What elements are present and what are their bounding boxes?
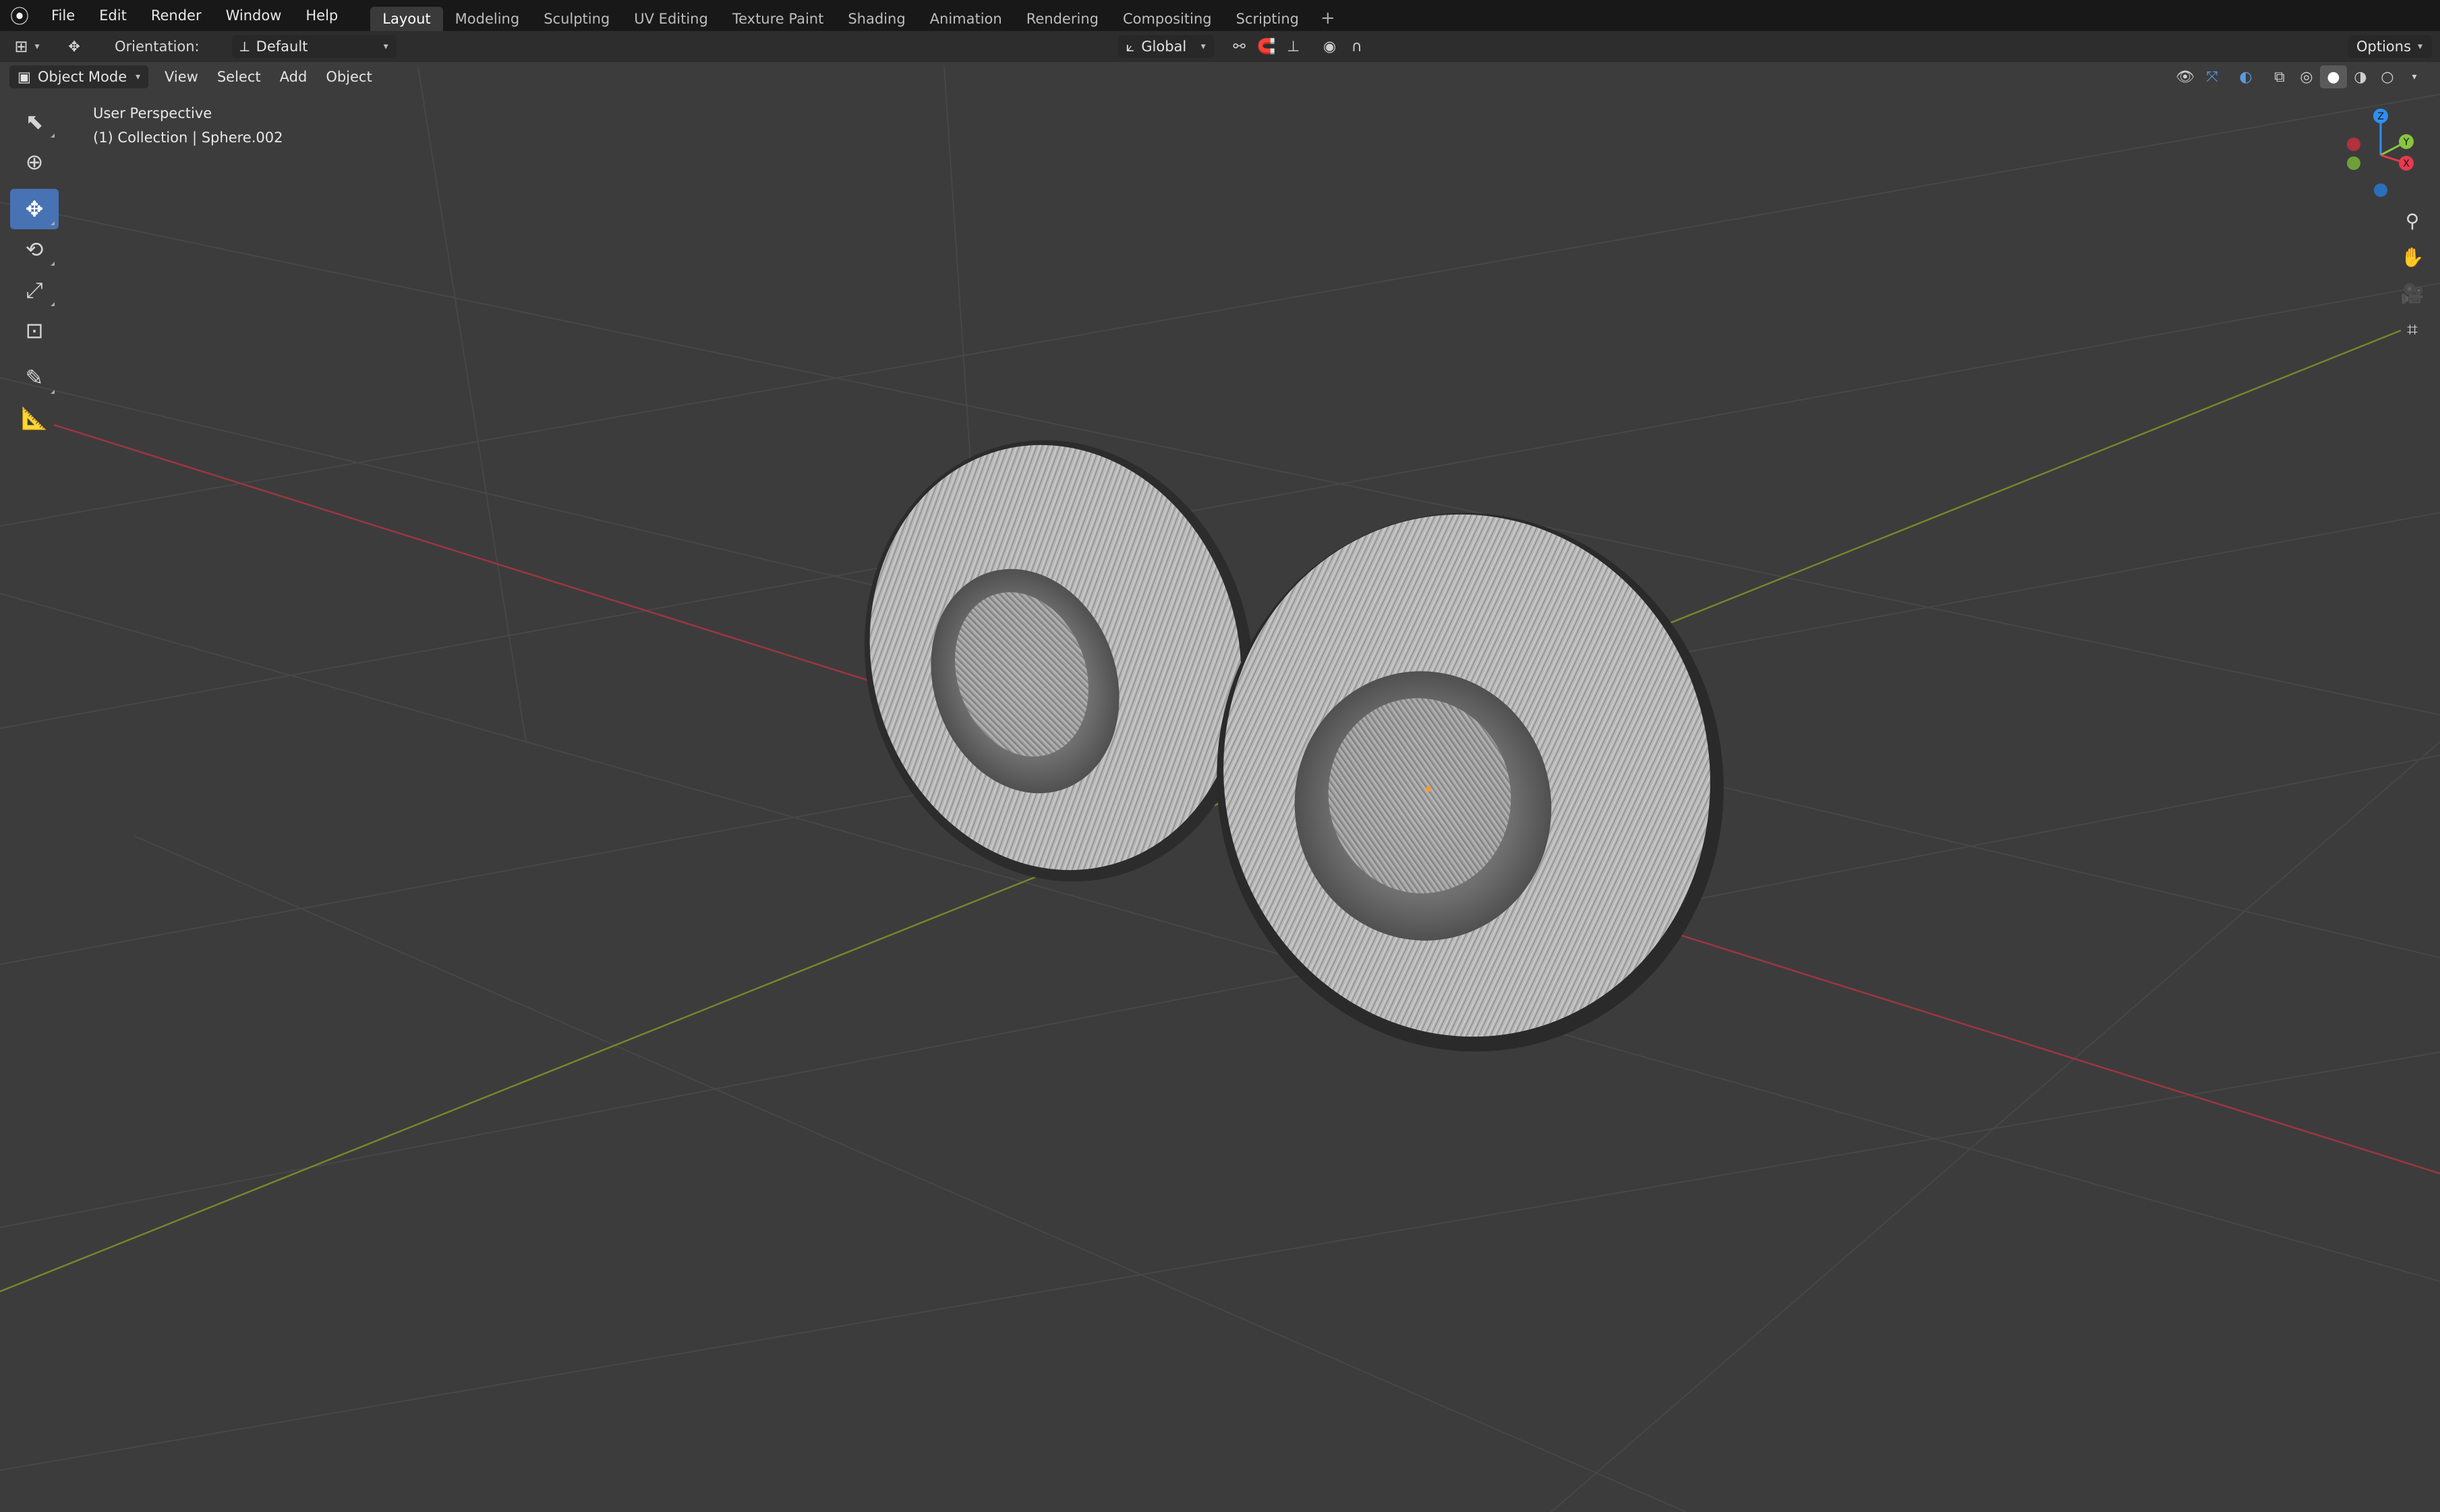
tab-compositing[interactable]: Compositing — [1111, 7, 1224, 31]
workspace-tabs: Layout Modeling Sculpting UV Editing Tex… — [370, 0, 1345, 31]
pan-hand-icon[interactable]: ✋ — [2393, 239, 2432, 275]
gizmo-z-label: Z — [2377, 111, 2384, 122]
shading-options-icon[interactable]: ▾ — [2401, 65, 2428, 88]
xray-icon[interactable]: ⧉ — [2266, 65, 2293, 88]
transform-space-icon: ⟀ — [1126, 38, 1135, 55]
orientation-icon: ⟂ — [239, 38, 250, 55]
chevron-down-icon: ▾ — [1200, 41, 1206, 52]
tab-sculpting[interactable]: Sculpting — [531, 7, 622, 31]
options-label: Options — [2356, 38, 2412, 55]
menu-object[interactable]: Object — [316, 62, 381, 92]
tab-shading[interactable]: Shading — [836, 7, 917, 31]
mode-dropdown[interactable]: ▣ Object Mode ▾ — [9, 65, 148, 88]
menu-window[interactable]: Window — [214, 0, 294, 31]
viewport-header: ▣ Object Mode ▾ View Select Add Object 👁… — [0, 62, 2440, 92]
visibility-icon[interactable]: 👁 — [2172, 65, 2199, 88]
pivot-point-icon[interactable]: ⚯ — [1226, 35, 1253, 58]
annotate-tool-icon[interactable]: ✎ — [10, 357, 59, 398]
tab-scripting[interactable]: Scripting — [1224, 7, 1311, 31]
cursor-tool-icon[interactable]: ⊕ — [10, 142, 59, 182]
measure-tool-icon[interactable]: 📐 — [10, 398, 59, 438]
menu-file[interactable]: File — [39, 0, 87, 31]
orientation-dropdown[interactable]: ⟂ Default ▾ — [231, 35, 397, 58]
tab-texture-paint[interactable]: Texture Paint — [720, 7, 836, 31]
material-shading-icon[interactable]: ◑ — [2347, 65, 2374, 88]
gizmo-toggle-icon[interactable]: ⤧ — [2199, 65, 2226, 88]
transform-space-dropdown[interactable]: ⟀ Global ▾ — [1117, 35, 1214, 58]
menu-select[interactable]: Select — [208, 62, 270, 92]
mode-value: Object Mode — [37, 69, 127, 85]
proportional-edit-icon[interactable]: ◉ — [1316, 35, 1343, 58]
overlays-icon[interactable]: ◐ — [2232, 65, 2259, 88]
view-name: User Perspective — [93, 105, 212, 121]
object-mode-icon: ▣ — [18, 69, 31, 85]
menu-add[interactable]: Add — [270, 62, 317, 92]
snap-icon[interactable]: 🧲 — [1253, 35, 1280, 58]
transform-space-value: Global — [1141, 38, 1187, 55]
zoom-icon[interactable]: ⚲ — [2393, 202, 2432, 239]
move-tool-icon[interactable]: ✥ — [54, 35, 94, 58]
menu-render[interactable]: Render — [139, 0, 214, 31]
solid-shading-icon[interactable]: ● — [2320, 65, 2347, 88]
add-workspace-button[interactable]: + — [1311, 8, 1345, 28]
object-origin — [1426, 786, 1431, 792]
rotate-tool-icon[interactable]: ⟲ — [10, 229, 59, 270]
chevron-down-icon: ▾ — [135, 71, 140, 82]
viewport-info: User Perspective (1) Collection | Sphere… — [93, 101, 283, 150]
options-dropdown[interactable]: Options ▾ — [2348, 35, 2432, 58]
top-menu-bar: ⦿ File Edit Render Window Help Layout Mo… — [0, 0, 2440, 31]
perspective-grid-icon[interactable]: ⌗ — [2393, 312, 2432, 348]
orientation-label: Orientation: — [115, 38, 200, 55]
menu-view[interactable]: View — [155, 62, 208, 92]
gizmo-y-label: Y — [2403, 137, 2410, 148]
wireframe-shading-icon[interactable]: ◎ — [2293, 65, 2320, 88]
transform-tool-icon[interactable]: ⊡ — [10, 310, 59, 351]
chevron-down-icon: ▾ — [2418, 41, 2423, 52]
chevron-down-icon: ▾ — [383, 41, 388, 52]
menu-edit[interactable]: Edit — [87, 0, 139, 31]
move-tool-button-icon[interactable]: ✥ — [10, 189, 59, 229]
tab-modeling[interactable]: Modeling — [443, 7, 532, 31]
snap-target-icon[interactable]: ⊥ — [1280, 35, 1307, 58]
tab-layout[interactable]: Layout — [370, 7, 443, 31]
camera-icon[interactable]: 🎥 — [2393, 275, 2432, 312]
orientation-value: Default — [256, 38, 308, 55]
object-info: (1) Collection | Sphere.002 — [93, 129, 283, 146]
editor-type-icon: ⊞ — [14, 37, 28, 56]
rendered-shading-icon[interactable]: ○ — [2374, 65, 2401, 88]
navigation-gizmo[interactable]: Z Y X — [2327, 101, 2421, 202]
select-box-tool-icon[interactable]: ⬉ — [10, 101, 59, 142]
gizmo-x-label: X — [2403, 158, 2410, 169]
navigation-buttons: ⚲ ✋ 🎥 ⌗ — [2393, 202, 2432, 348]
tab-rendering[interactable]: Rendering — [1014, 7, 1111, 31]
editor-type-button[interactable]: ⊞ ▾ — [0, 35, 54, 58]
menu-help[interactable]: Help — [293, 0, 350, 31]
tool-settings-header: ⊞ ▾ ✥ Orientation: ⟂ Default ▾ ⟀ Global ▾… — [0, 31, 2440, 62]
falloff-icon[interactable]: ∩ — [1343, 35, 1370, 58]
blender-logo-icon[interactable]: ⦿ — [0, 0, 39, 31]
tab-animation[interactable]: Animation — [918, 7, 1014, 31]
3d-viewport[interactable] — [0, 0, 2440, 1512]
scale-tool-icon[interactable]: ⤢ — [10, 270, 59, 310]
left-toolbar: ⬉ ⊕ ✥ ⟲ ⤢ ⊡ ✎ 📐 — [9, 101, 59, 438]
tab-uv-editing[interactable]: UV Editing — [622, 7, 720, 31]
